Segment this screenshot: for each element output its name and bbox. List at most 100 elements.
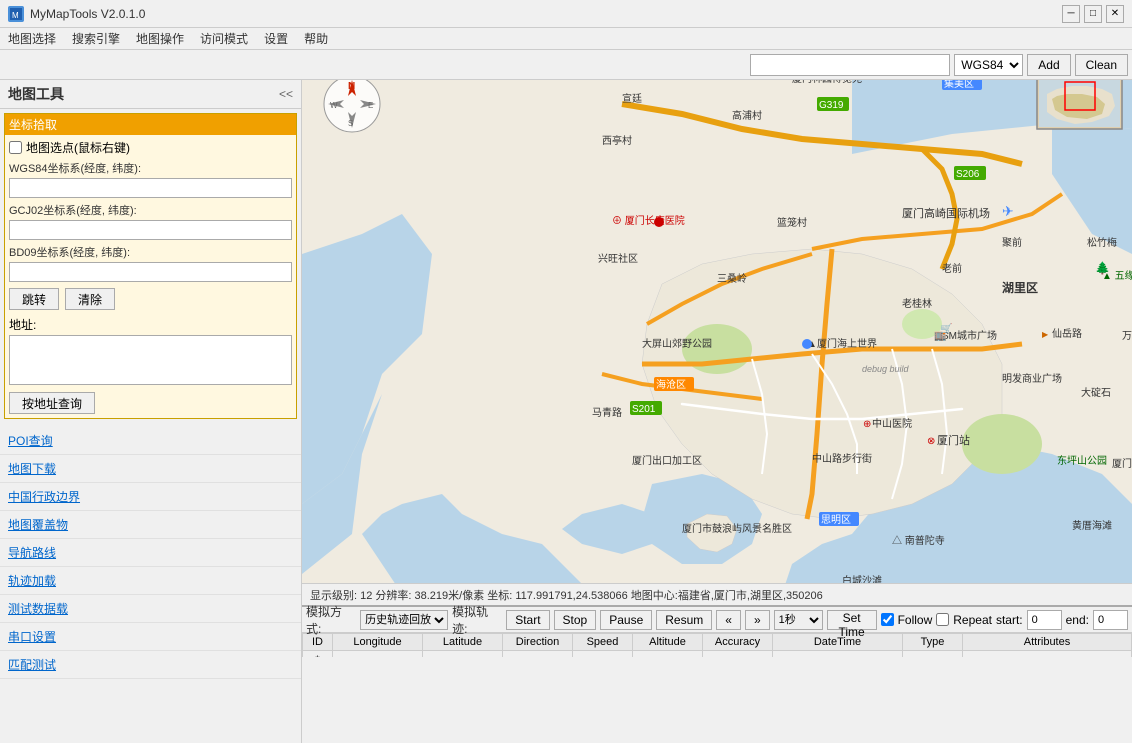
menu-search-engine[interactable]: 搜索引擎 [64,28,128,50]
bd09-input[interactable] [9,262,292,282]
nav-map-overlay[interactable]: 地图覆盖物 [0,511,301,539]
nav-serial-port[interactable]: 串口设置 [0,623,301,651]
svg-text:E: E [368,101,373,110]
svg-text:G319: G319 [819,100,844,111]
col-speed: Speed [573,634,633,651]
window-controls: ─ □ ✕ [1062,5,1124,23]
nav-test-data[interactable]: 测试数据载 [0,595,301,623]
svg-text:debug build: debug build [862,364,910,374]
menu-map-operation[interactable]: 地图操作 [128,28,192,50]
track-label: 模拟轨迹: [452,603,502,637]
map-select-label: 地图选点(鼠标右键) [26,139,130,156]
end-field-input[interactable] [1093,610,1128,630]
nav-links: POI查询 地图下载 中国行政边界 地图覆盖物 导航路线 轨迹加载 测试数据载 … [0,427,301,679]
main-area: 地图工具 << 坐标拾取 地图选点(鼠标右键) WGS84坐标系(经度, 纬度)… [0,80,1132,743]
app-icon: M [8,6,24,22]
col-altitude: Altitude [633,634,703,651]
svg-text:聚前: 聚前 [1002,236,1022,249]
status-bar: 显示级别: 12 分辨率: 38.219米/像素 坐标: 117.991791,… [302,583,1132,605]
follow-checkbox[interactable] [881,613,894,626]
speed-select[interactable]: 0.5秒 1秒 2秒 5秒 [774,610,823,630]
svg-text:集美区: 集美区 [944,80,974,90]
add-button[interactable]: Add [1027,54,1070,76]
nav-track-load[interactable]: 轨迹加载 [0,567,301,595]
end-field-label: end: [1066,613,1089,627]
menu-access-mode[interactable]: 访问模式 [192,28,256,50]
svg-text:中山路步行街: 中山路步行街 [812,452,872,465]
svg-text:思明区: 思明区 [821,514,851,526]
menu-map-select[interactable]: 地图选择 [0,28,64,50]
nav-poi-query[interactable]: POI查询 [0,427,301,455]
svg-text:明发商业广场: 明发商业广场 [1002,372,1062,385]
svg-text:厦门海上世界: 厦门海上世界 [817,337,877,350]
svg-text:万达广场: 万达广场 [1122,329,1132,342]
wgs84-input[interactable] [9,178,292,198]
start-field-input[interactable] [1027,610,1062,630]
minimize-button[interactable]: ─ [1062,5,1080,23]
menubar: 地图选择 搜索引擎 地图操作 访问模式 设置 帮助 [0,28,1132,50]
clean-button[interactable]: Clean [1075,54,1128,76]
collapse-button[interactable]: << [279,87,293,101]
start-field-label: start: [996,613,1023,627]
repeat-checkbox[interactable] [936,613,949,626]
app-title: MyMapTools V2.0.1.0 [30,7,1062,21]
svg-text:△ 南普陀寺: △ 南普陀寺 [892,534,945,547]
gcj02-input[interactable] [9,220,292,240]
map-area: N S W E 0 2505 m 集美区 G319 [302,80,1132,743]
svg-text:✈: ✈ [1002,203,1014,219]
left-panel: 地图工具 << 坐标拾取 地图选点(鼠标右键) WGS84坐标系(经度, 纬度)… [0,80,302,743]
map-select-checkbox-row: 地图选点(鼠标右键) [9,139,292,156]
coord-system-select[interactable]: WGS84 GCJ02 BD09 [954,54,1023,76]
svg-text:湖里区: 湖里区 [1002,280,1038,295]
table-header: ID Longitude Latitude Direction Speed Al… [302,633,1132,657]
svg-text:厦门林园博览苑: 厦门林园博览苑 [792,80,862,85]
nav-match-test[interactable]: 匹配测试 [0,651,301,679]
maximize-button[interactable]: □ [1084,5,1102,23]
toolbar: WGS84 GCJ02 BD09 Add Clean [0,50,1132,80]
nav-navigation[interactable]: 导航路线 [0,539,301,567]
col-direction: Direction [503,634,573,651]
map-container[interactable]: N S W E 0 2505 m 集美区 G319 [302,80,1132,583]
svg-text:东坪山公园: 东坪山公园 [1057,454,1107,467]
col-type: Type [903,634,963,651]
svg-text:白城沙滩: 白城沙滩 [842,574,882,583]
mode-select[interactable]: 历史轨迹回放 实时轨迹 模拟轨迹 [360,610,448,630]
svg-text:厦门出口加工区: 厦门出口加工区 [632,454,702,467]
bottom-panel: 模拟方式: 历史轨迹回放 实时轨迹 模拟轨迹 模拟轨迹: Start Stop … [302,605,1132,743]
prev-button[interactable]: « [716,610,741,630]
address-query-button[interactable]: 按地址查询 [9,392,95,414]
svg-text:大屏山郊野公园: 大屏山郊野公园 [642,337,712,350]
svg-text:🛒: 🛒 [940,322,952,335]
svg-text:N: N [348,81,355,92]
status-text: 显示级别: 12 分辨率: 38.219米/像素 坐标: 117.991791,… [310,587,823,603]
svg-text:三桑岭: 三桑岭 [717,272,747,285]
menu-settings[interactable]: 设置 [256,28,296,50]
row-marker: * [303,651,333,658]
resume-button[interactable]: Resum [656,610,712,630]
start-button[interactable]: Start [506,610,549,630]
set-time-button[interactable]: Set Time [827,610,877,630]
stop-button[interactable]: Stop [554,610,597,630]
address-textarea[interactable] [9,335,292,385]
search-input[interactable] [750,54,950,76]
clear-button[interactable]: 清除 [65,288,115,310]
wgs84-label: WGS84坐标系(经度, 纬度): [9,160,292,176]
close-button[interactable]: ✕ [1106,5,1124,23]
next-button[interactable]: » [745,610,770,630]
svg-text:海沧区: 海沧区 [656,378,686,391]
map-select-checkbox[interactable] [9,141,22,154]
menu-help[interactable]: 帮助 [296,28,336,50]
jump-button[interactable]: 跳转 [9,288,59,310]
gcj02-label: GCJ02坐标系(经度, 纬度): [9,202,292,218]
table-header-row: ID Longitude Latitude Direction Speed Al… [303,634,1132,651]
follow-label: Follow [898,613,933,627]
svg-text:兴旺社区: 兴旺社区 [598,252,638,265]
col-datetime: DateTime [773,634,903,651]
svg-text:厦门市鼓浪屿风景名胜区: 厦门市鼓浪屿风景名胜区 [682,522,792,535]
svg-text:中山医院: 中山医院 [872,417,912,430]
svg-text:大碇石: 大碇石 [1081,386,1111,399]
bottom-toolbar: 模拟方式: 历史轨迹回放 实时轨迹 模拟轨迹 模拟轨迹: Start Stop … [302,607,1132,633]
nav-map-download[interactable]: 地图下载 [0,455,301,483]
nav-china-boundary[interactable]: 中国行政边界 [0,483,301,511]
pause-button[interactable]: Pause [600,610,652,630]
